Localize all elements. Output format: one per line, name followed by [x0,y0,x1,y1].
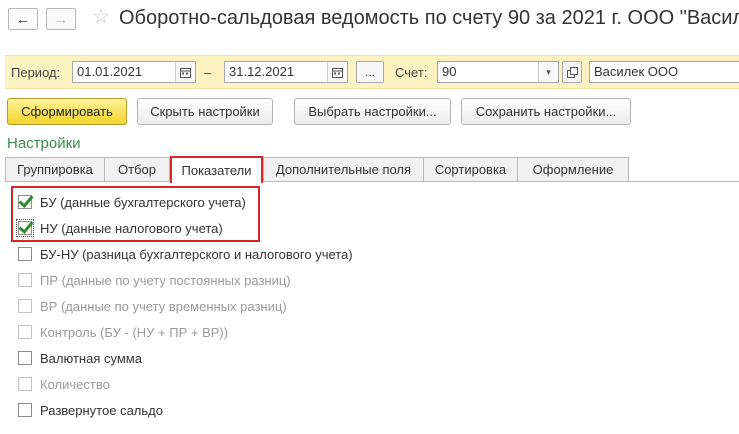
tab-sorting[interactable]: Сортировка [423,157,518,182]
period-label: Период: [11,65,61,80]
open-account-icon[interactable] [562,61,582,83]
choose-period-button[interactable]: ... [356,61,384,83]
tab-grouping[interactable]: Группировка [5,157,105,182]
organization-field[interactable]: Василек ООО [589,61,739,83]
checkbox-icon[interactable] [18,351,32,365]
chevron-down-icon[interactable]: ▾ [538,62,558,82]
parameters-panel: Период: 01.01.2021 – 31.12.2021 ... Счет… [5,55,739,89]
checkbox-icon [18,273,32,287]
indicator-label: Контроль (БУ - (НУ + ПР + ВР)) [40,324,229,340]
date-to-field[interactable]: 31.12.2021 [224,61,348,83]
checkbox-icon [18,377,32,391]
hide-settings-button[interactable]: Скрыть настройки [137,98,273,125]
tab-filter[interactable]: Отбор [104,157,170,182]
favorite-star-icon[interactable]: ☆ [92,6,110,28]
indicator-expanded-balance[interactable]: Развернутое сальдо [18,401,163,419]
account-label: Счет: [395,65,428,80]
indicator-vr: ВР (данные по учету временных разниц) [18,297,287,315]
indicator-label: ВР (данные по учету временных разниц) [40,298,287,314]
account-value: 90 [442,64,457,79]
page-title: Оборотно-сальдовая ведомость по счету 90… [119,7,739,29]
settings-title: Настройки [7,135,81,152]
indicator-currency-amount[interactable]: Валютная сумма [18,349,142,367]
date-to-value: 31.12.2021 [229,64,295,79]
forward-button[interactable]: → [46,8,76,30]
indicator-label: Развернутое сальдо [40,402,163,418]
account-field[interactable]: 90 ▾ [437,61,559,83]
back-button[interactable]: ← [8,8,38,30]
choose-settings-button[interactable]: Выбрать настройки... [294,98,451,125]
period-dash: – [204,65,212,80]
generate-button[interactable]: Сформировать [7,98,127,125]
highlight-frame [11,186,260,242]
date-from-value: 01.01.2021 [77,64,143,79]
indicator-control: Контроль (БУ - (НУ + ПР + ВР)) [18,323,228,341]
arrow-left-icon: ← [15,10,31,28]
calendar-icon[interactable] [175,62,195,82]
indicator-label: Валютная сумма [40,350,142,366]
checkbox-icon[interactable] [18,247,32,261]
indicator-label: Количество [40,376,110,392]
indicator-quantity: Количество [18,375,110,393]
arrow-right-icon: → [53,10,69,28]
tab-additional-fields[interactable]: Дополнительные поля [263,157,424,182]
tab-appearance[interactable]: Оформление [517,157,629,182]
date-from-field[interactable]: 01.01.2021 [72,61,196,83]
tab-indicators[interactable]: Показатели [170,156,263,183]
calendar-icon[interactable] [327,62,347,82]
checkbox-icon [18,325,32,339]
indicator-bu-nu[interactable]: БУ-НУ (разница бухгалтерского и налогово… [18,245,353,263]
indicator-label: БУ-НУ (разница бухгалтерского и налогово… [40,246,353,262]
checkbox-icon [18,299,32,313]
save-settings-button[interactable]: Сохранить настройки... [461,98,631,125]
organization-value: Василек ООО [594,64,679,79]
indicator-label: ПР (данные по учету постоянных разниц) [40,272,291,288]
checkbox-icon[interactable] [18,403,32,417]
indicator-pr: ПР (данные по учету постоянных разниц) [18,271,291,289]
